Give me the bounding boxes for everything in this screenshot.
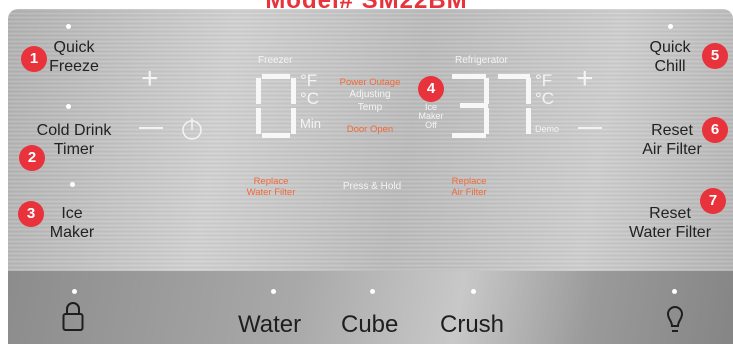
ice-maker-line1: Ice xyxy=(61,205,83,222)
fridge-plus-button[interactable]: + xyxy=(576,64,594,94)
temp-label: Temp xyxy=(357,102,383,113)
replace-air-filter-label: Replace Air Filter xyxy=(438,176,500,198)
crush-button[interactable]: Crush xyxy=(440,311,504,339)
replace-water-line1: Replace xyxy=(253,176,289,187)
quick-chill-line2: Chill xyxy=(654,58,686,75)
quick-freeze-button[interactable]: Quick Freeze xyxy=(42,38,106,76)
ice-maker-off-label: Ice Maker Off xyxy=(414,103,448,130)
cube-button[interactable]: Cube xyxy=(341,311,398,339)
ice-maker-indicator xyxy=(70,182,75,187)
press-hold-label: Press & Hold xyxy=(342,181,402,192)
replace-water-line2: Water Filter xyxy=(246,187,296,198)
ice-maker-button[interactable]: Ice Maker xyxy=(40,204,104,242)
quick-freeze-indicator xyxy=(66,24,71,29)
reset-air-line2: Air Filter xyxy=(642,141,702,158)
quick-chill-button[interactable]: Quick Chill xyxy=(638,38,702,76)
freezer-label: Freezer xyxy=(258,55,293,66)
quick-chill-indicator xyxy=(668,24,673,29)
freezer-minus-button[interactable] xyxy=(139,127,163,129)
reset-air-filter-button[interactable]: Reset Air Filter xyxy=(632,121,712,159)
fridge-minus-button[interactable] xyxy=(578,127,602,129)
badge-7: 7 xyxy=(700,188,726,214)
cold-drink-indicator xyxy=(66,104,71,109)
replace-air-line2: Air Filter xyxy=(451,187,487,198)
crush-indicator xyxy=(471,289,476,294)
lock-indicator xyxy=(72,289,77,294)
badge-6: 6 xyxy=(702,117,728,143)
reset-water-line2: Water Filter xyxy=(628,224,712,241)
cold-drink-line1: Cold Drink xyxy=(36,122,112,139)
fridge-unit-c: °C xyxy=(535,89,555,108)
badge-2: 2 xyxy=(19,145,45,171)
ice-maker-line2: Maker xyxy=(49,224,95,241)
water-indicator xyxy=(271,289,276,294)
badge-4: 4 xyxy=(418,76,444,102)
min-label: Min xyxy=(300,116,321,131)
ice-maker-off-line3: Off xyxy=(425,120,437,130)
quick-freeze-line2: Freeze xyxy=(49,58,99,75)
power-outage-label: Power Outage xyxy=(339,77,401,88)
quick-chill-line1: Quick xyxy=(649,39,691,56)
freezer-unit-c: °C xyxy=(300,89,320,108)
refrigerator-label: Refrigerator xyxy=(455,55,508,66)
demo-label: Demo xyxy=(535,124,560,134)
door-open-label: Door Open xyxy=(346,124,394,135)
light-indicator xyxy=(672,289,677,294)
freezer-plus-button[interactable]: + xyxy=(141,64,159,94)
fridge-unit-f: °F xyxy=(535,71,553,90)
replace-air-line1: Replace xyxy=(451,176,487,187)
freezer-unit-f: °F xyxy=(300,71,318,90)
replace-water-filter-label: Replace Water Filter xyxy=(238,176,304,198)
badge-1: 1 xyxy=(21,46,47,72)
adjusting-label: Adjusting xyxy=(349,89,391,100)
badge-5: 5 xyxy=(702,43,728,69)
light-bulb-icon[interactable] xyxy=(664,304,686,338)
quick-freeze-line1: Quick xyxy=(53,39,95,56)
lock-icon[interactable] xyxy=(62,300,84,332)
water-button[interactable]: Water xyxy=(238,311,301,339)
cube-indicator xyxy=(370,289,375,294)
timer-icon xyxy=(182,118,202,140)
freezer-temp-digit xyxy=(256,74,296,138)
reset-air-line1: Reset xyxy=(651,122,693,139)
badge-3: 3 xyxy=(18,201,44,227)
fridge-temp-digits xyxy=(452,74,531,138)
